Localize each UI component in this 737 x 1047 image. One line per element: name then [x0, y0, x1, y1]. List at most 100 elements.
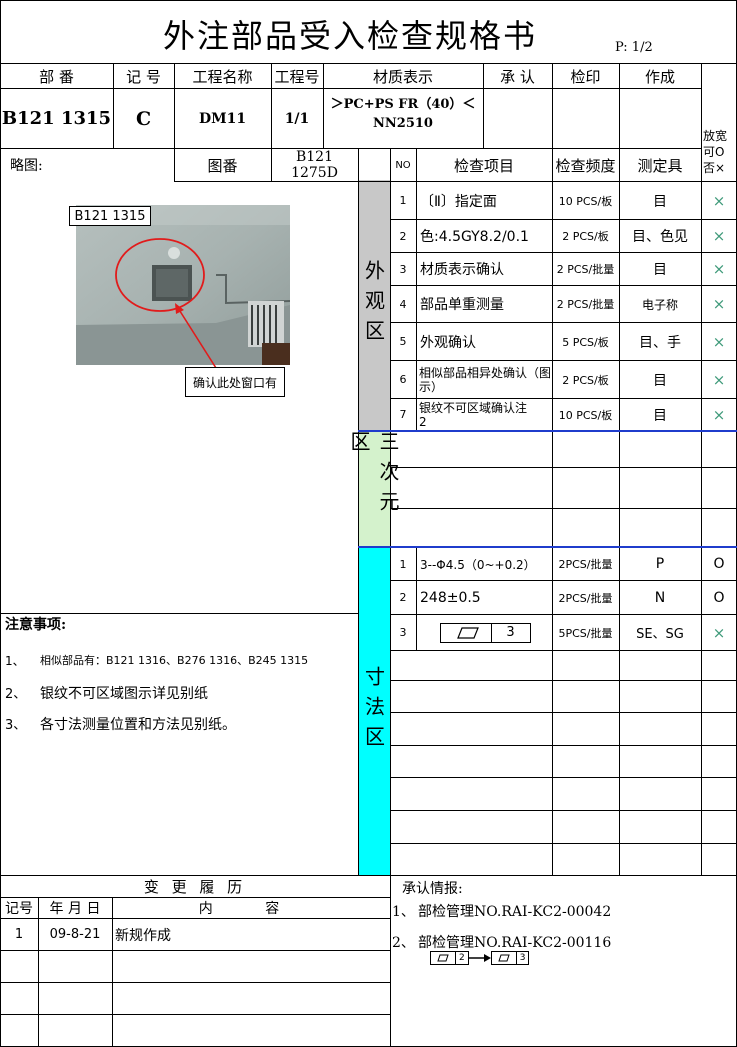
row-judge: ×	[712, 405, 726, 424]
row-item: 248±0.5	[420, 589, 481, 606]
document-title: 外注部品受入检查规格书	[162, 17, 537, 55]
row-freq: 2 PCS/批量	[556, 263, 615, 276]
row-freq: 5PCS/批量	[558, 626, 613, 640]
row-tool: N	[654, 589, 666, 606]
row-item: 材质表示确认	[420, 262, 504, 278]
row-no: 4	[399, 297, 407, 311]
row-no: 3	[399, 262, 407, 276]
arrow-right-icon	[468, 954, 491, 962]
tolerance-change-note: 2 3	[430, 951, 530, 965]
material-line-1: ＞PC+PS FR（40）＜	[330, 97, 476, 112]
row-freq: 10 PCS/板	[558, 194, 613, 208]
row-judge: ×	[712, 332, 726, 351]
value-record-no: C	[135, 107, 152, 130]
flatness-value: 3	[506, 625, 515, 640]
approval-no: 1、	[392, 904, 415, 920]
photo-label: B121 1315	[69, 206, 151, 226]
col-header-freq: 检查频度	[555, 156, 616, 175]
label-inspect-seal: 检印	[570, 67, 601, 86]
flatness-icon	[431, 952, 456, 964]
row-no: 6	[399, 373, 407, 386]
row-no: 2	[399, 229, 407, 243]
row-item: 相似部品相异处确认（图示）	[419, 365, 552, 394]
row-tool: 电子称	[641, 297, 678, 312]
row-no: 3	[399, 626, 407, 639]
judge-column-header: 放宽可O否×	[703, 129, 728, 175]
change-from-value: 2	[459, 953, 465, 963]
history-date: 09-8-21	[49, 927, 101, 942]
history-title: 变 更 履 历	[143, 878, 247, 896]
row-judge: O	[713, 556, 725, 572]
row-no: 5	[399, 335, 407, 348]
callout-text: 确认此处窗口有	[185, 367, 285, 397]
history-no: 1	[14, 927, 24, 942]
history-header-no: 记号	[5, 901, 33, 917]
zone-dimension: 寸法区	[358, 547, 390, 875]
row-no: 2	[399, 591, 407, 604]
row-item: 〔Ⅱ〕指定面	[420, 193, 497, 210]
page-number: P: 1/2	[615, 40, 653, 55]
note-no: 3、	[5, 718, 27, 733]
zone-three-d: 三次元区	[347, 431, 400, 546]
approval-title: 承认情报:	[402, 881, 463, 897]
row-freq: 10 PCS/板	[558, 408, 613, 422]
row-tool: 目	[653, 407, 667, 424]
col-header-item: 检查项目	[453, 156, 514, 175]
flatness-icon	[441, 623, 492, 642]
note-no: 1、	[5, 654, 25, 668]
callout-arrow	[175, 303, 217, 369]
drawing-no-label: 图番	[207, 156, 238, 175]
label-approve: 承 认	[500, 67, 535, 86]
row-judge: ×	[712, 191, 726, 210]
flatness-tolerance-frame: 3	[420, 615, 550, 650]
row-tool: 目、色见	[632, 229, 688, 245]
note-text: 各寸法测量位置和方法见别纸。	[40, 717, 236, 733]
row-tool: 目	[653, 262, 667, 278]
row-freq: 2 PCS/批量	[556, 298, 615, 311]
note-no: 2、	[5, 687, 27, 702]
row-judge: ×	[712, 370, 726, 389]
label-process-name: 工程名称	[192, 67, 253, 86]
history-content: 新规作成	[115, 927, 171, 944]
value-process-no: 1/1	[284, 110, 310, 127]
approval-text: 部检管理NO.RAI-KC2-00042	[418, 904, 612, 920]
change-to-value: 3	[519, 953, 526, 963]
row-judge: ×	[712, 295, 726, 313]
label-record-no: 记 号	[126, 67, 161, 86]
material-line-2: NN2510	[373, 116, 433, 131]
row-judge: ×	[712, 260, 726, 278]
approval-text: 部检管理NO.RAI-KC2-00116	[418, 935, 612, 951]
value-part-no: B121 1315	[1, 108, 112, 129]
row-tool: SE、SG	[636, 627, 684, 642]
col-header-no: NO	[395, 159, 411, 171]
row-item: 色:4.5GY8.2/0.1	[420, 229, 529, 245]
row-no: 1	[399, 557, 407, 571]
flatness-icon	[492, 952, 517, 964]
row-judge: O	[713, 589, 725, 606]
row-tool: 目、手	[639, 334, 681, 351]
row-freq: 2 PCS/板	[562, 373, 609, 387]
label-process-no: 工程号	[274, 67, 320, 86]
row-tool: 目	[653, 372, 667, 389]
value-process-name: DM11	[198, 110, 247, 127]
row-item: 部品单重测量	[420, 297, 504, 313]
row-no: 7	[399, 408, 407, 421]
row-judge: ×	[712, 227, 726, 245]
notes-title: 注意事项:	[5, 617, 67, 633]
row-item: 银纹不可区域确认注2	[419, 400, 528, 429]
row-no: 1	[399, 194, 407, 207]
approval-no: 2、	[392, 935, 415, 951]
row-freq: 2 PCS/板	[562, 230, 609, 243]
history-header-content: 内 容	[198, 901, 304, 917]
col-header-tool: 测定具	[637, 156, 683, 175]
label-author: 作成	[644, 67, 675, 86]
drawing-no: B121 1275D	[291, 149, 338, 181]
note-text: 银纹不可区域图示详见别纸	[40, 686, 208, 702]
zone-appearance: 外观区	[358, 180, 390, 430]
label-material: 材质表示	[372, 67, 433, 86]
label-part-no: 部 番	[39, 67, 74, 86]
sketch-label: 略图:	[10, 158, 43, 174]
note-text: 相似部品有：B121 1316、B276 1316、B245 1315	[40, 654, 309, 667]
row-item: 3--Φ4.5（0~+0.2）	[420, 557, 536, 572]
row-freq: 5 PCS/板	[562, 335, 609, 349]
